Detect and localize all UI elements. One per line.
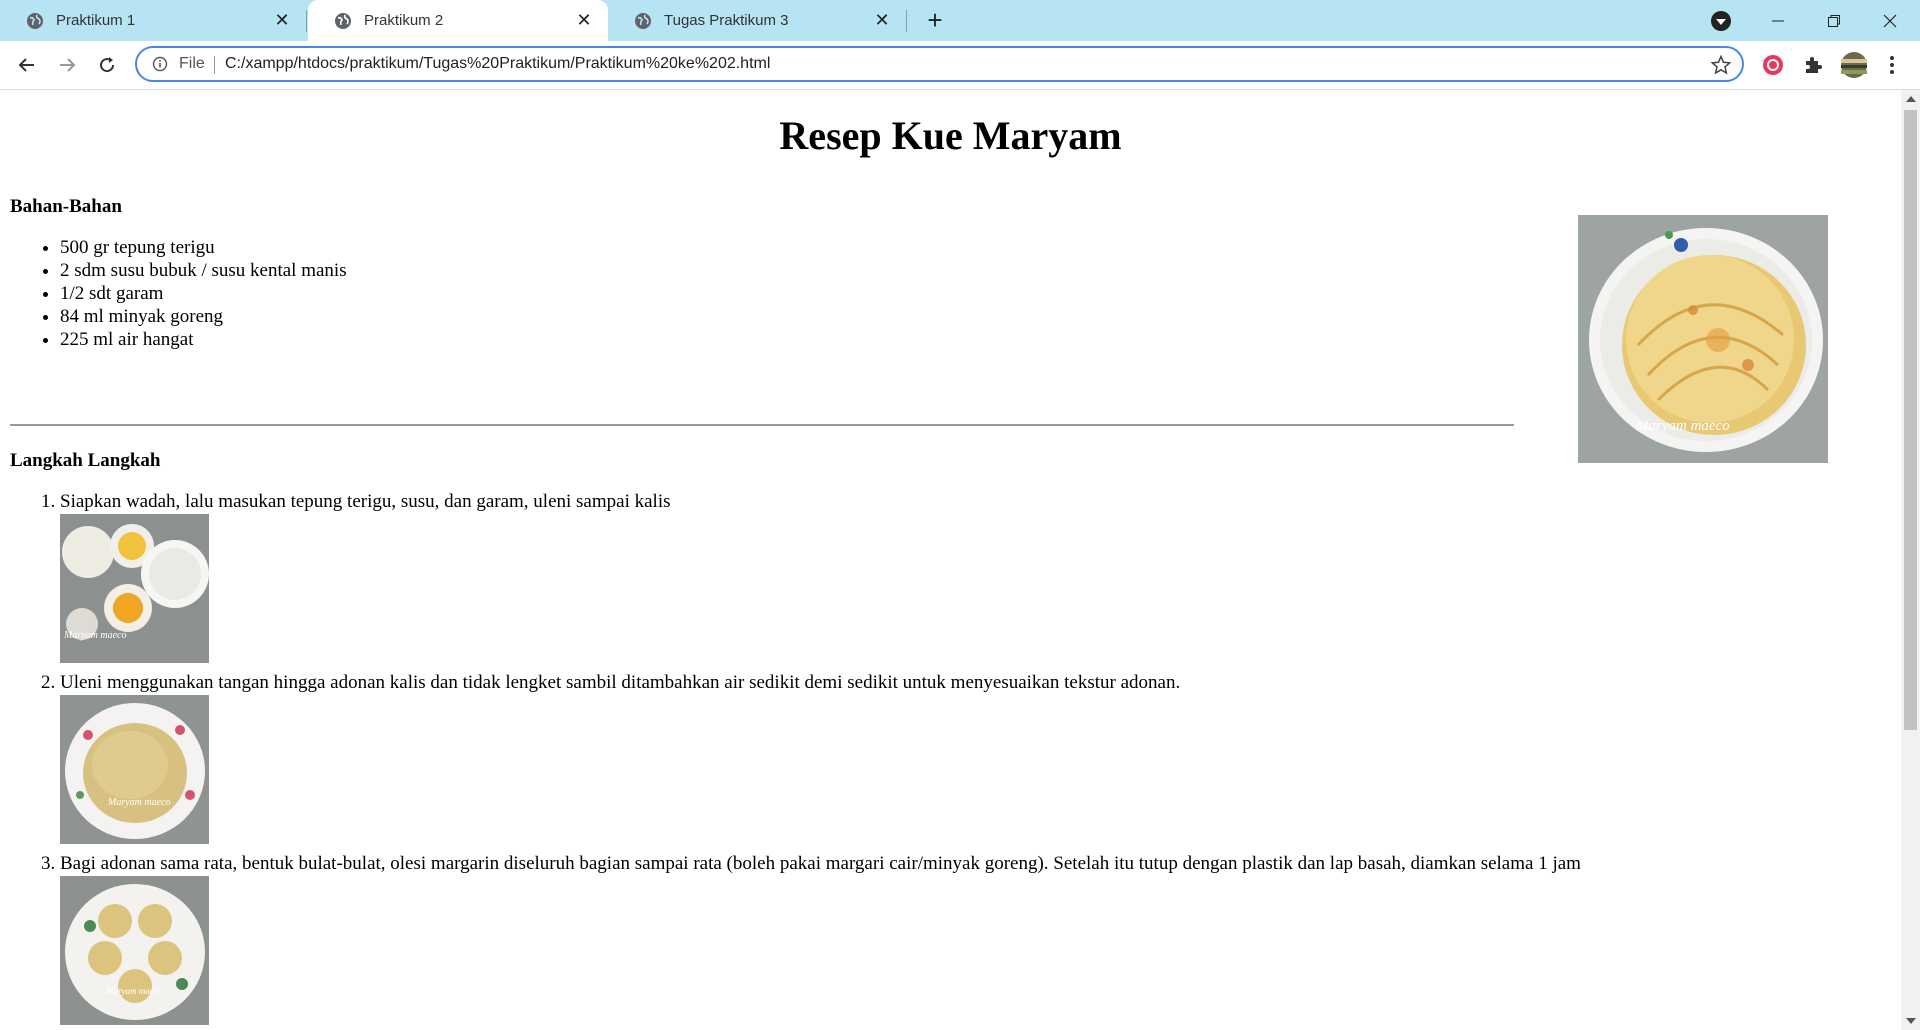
ingredient-item: 2 sdm susu bubuk / susu kental manis bbox=[60, 259, 347, 282]
globe-icon bbox=[27, 12, 43, 29]
restore-button[interactable] bbox=[1806, 0, 1862, 41]
extension-record-icon[interactable] bbox=[1761, 53, 1785, 77]
tab-strip: Praktikum 1 ✕ Praktikum 2 ✕ Tugas Prakti… bbox=[0, 0, 1920, 41]
menu-kebab-icon[interactable] bbox=[1882, 53, 1902, 77]
image-watermark: Maryam maeco bbox=[107, 797, 170, 808]
step-2-image: Maryam maeco bbox=[60, 695, 209, 844]
minimize-button[interactable] bbox=[1750, 0, 1806, 41]
steps-list: Siapkan wadah, lalu masukan tepung terig… bbox=[10, 490, 1581, 1030]
close-window-button[interactable] bbox=[1862, 0, 1918, 41]
ingredient-item: 84 ml minyak goreng bbox=[60, 305, 347, 328]
maryam-hero-image: Maryam maeco bbox=[1578, 215, 1828, 463]
step-1-image: Maryam maeco bbox=[60, 514, 209, 663]
forward-button[interactable] bbox=[52, 50, 82, 80]
page-title: Resep Kue Maryam bbox=[779, 113, 1122, 158]
scroll-up-arrow-icon[interactable] bbox=[1906, 96, 1916, 102]
tab-title: Tugas Praktikum 3 bbox=[664, 12, 789, 29]
globe-icon bbox=[335, 12, 351, 29]
url-text[interactable]: C:/xampp/htdocs/praktikum/Tugas%20Prakti… bbox=[225, 55, 770, 73]
info-icon[interactable] bbox=[152, 56, 168, 72]
ingredient-item: 225 ml air hangat bbox=[60, 328, 347, 351]
globe-icon bbox=[635, 12, 651, 29]
restore-icon bbox=[1828, 14, 1840, 27]
steps-heading: Langkah Langkah bbox=[10, 450, 161, 471]
tab-title: Praktikum 2 bbox=[364, 12, 444, 29]
image-watermark: Maryam maeco bbox=[105, 986, 163, 996]
forward-arrow-icon bbox=[60, 58, 76, 72]
tab-praktikum-2[interactable]: Praktikum 2 ✕ bbox=[308, 0, 608, 41]
scroll-down-arrow-icon[interactable] bbox=[1906, 1018, 1916, 1024]
image-watermark: Maryam maeco bbox=[63, 630, 126, 641]
extensions-puzzle-icon[interactable] bbox=[1801, 53, 1825, 77]
scheme-label: File bbox=[179, 55, 205, 72]
section-divider bbox=[10, 424, 1514, 426]
bookmark-star-icon[interactable] bbox=[1710, 54, 1732, 76]
ingredients-list: 500 gr tepung terigu 2 sdm susu bubuk / … bbox=[10, 236, 347, 351]
step-3-image: Maryam maeco bbox=[60, 876, 209, 1025]
image-watermark: Maryam maeco bbox=[1635, 418, 1730, 434]
page-scrollbar[interactable] bbox=[1901, 90, 1920, 1030]
minimize-icon bbox=[1772, 20, 1784, 21]
step-item: Uleni menggunakan tangan hingga adonan k… bbox=[60, 671, 1581, 844]
page-viewport: Resep Kue Maryam Maryam maeco Bahan-Baha… bbox=[0, 90, 1901, 1030]
new-tab-button[interactable]: + bbox=[920, 6, 950, 36]
close-icon bbox=[1883, 14, 1897, 27]
back-arrow-icon bbox=[18, 58, 34, 72]
reload-button[interactable] bbox=[92, 50, 122, 80]
ingredient-item: 1/2 sdt garam bbox=[60, 282, 347, 305]
step-text: Uleni menggunakan tangan hingga adonan k… bbox=[60, 672, 1181, 693]
browser-toolbar: File C:/xampp/htdocs/praktikum/Tugas%20P… bbox=[0, 41, 1920, 90]
reload-icon bbox=[100, 57, 115, 73]
close-tab-icon[interactable]: ✕ bbox=[574, 10, 594, 30]
ingredient-item: 500 gr tepung terigu bbox=[60, 236, 347, 259]
ingredients-heading: Bahan-Bahan bbox=[10, 196, 122, 217]
step-item: Bagi adonan sama rata, bentuk bulat-bula… bbox=[60, 852, 1581, 1025]
divider bbox=[214, 56, 215, 74]
scrollbar-thumb[interactable] bbox=[1904, 110, 1917, 730]
tab-separator bbox=[306, 10, 307, 32]
tab-search-icon[interactable] bbox=[1711, 11, 1731, 31]
tab-title: Praktikum 1 bbox=[56, 12, 136, 29]
address-bar[interactable]: File C:/xampp/htdocs/praktikum/Tugas%20P… bbox=[135, 46, 1744, 82]
close-tab-icon[interactable]: ✕ bbox=[872, 10, 892, 30]
close-tab-icon[interactable]: ✕ bbox=[272, 10, 292, 30]
tab-praktikum-1[interactable]: Praktikum 1 ✕ bbox=[0, 0, 306, 41]
back-button[interactable] bbox=[12, 50, 42, 80]
step-text: Siapkan wadah, lalu masukan tepung terig… bbox=[60, 491, 671, 512]
tab-separator bbox=[906, 10, 907, 32]
tab-tugas-praktikum-3[interactable]: Tugas Praktikum 3 ✕ bbox=[608, 0, 906, 41]
step-item: Siapkan wadah, lalu masukan tepung terig… bbox=[60, 490, 1581, 663]
profile-avatar[interactable] bbox=[1840, 51, 1868, 79]
step-text: Bagi adonan sama rata, bentuk bulat-bula… bbox=[60, 853, 1581, 874]
